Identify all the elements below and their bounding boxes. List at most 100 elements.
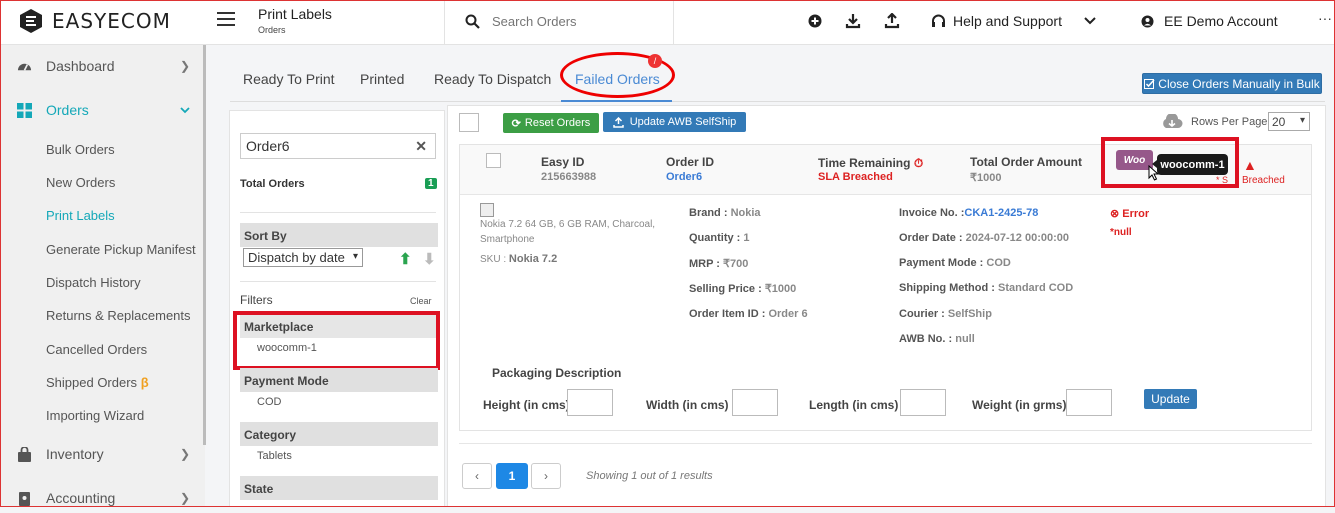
filter-group-state[interactable]: State (240, 476, 438, 500)
sort-ascending-icon[interactable]: ⬆ (399, 250, 412, 268)
sidebar-sub-new-orders[interactable]: New Orders (46, 175, 115, 190)
beta-badge: β (140, 375, 149, 390)
filter-group-marketplace[interactable]: Marketplace (240, 314, 438, 338)
product-image (480, 203, 494, 217)
page-subtitle: Orders (258, 25, 286, 35)
orders-main-panel: ⟳ Reset Orders Update AWB SelfShip Rows … (447, 105, 1326, 507)
awb-field: AWB No. : null (899, 333, 975, 345)
cloud-download-icon[interactable] (1160, 114, 1184, 130)
add-icon[interactable] (807, 13, 823, 29)
sort-select-value: Dispatch by date (248, 250, 345, 265)
chevron-right-icon: ❯ (180, 447, 191, 461)
brand-field: Brand : Nokia (689, 207, 761, 219)
easy-id-value: 215663988 (541, 171, 597, 183)
mrp-value: ₹700 (723, 258, 749, 270)
product-name: Nokia 7.2 64 GB, 6 GB RAM, Charcoal, Sma… (480, 219, 656, 245)
clear-search-icon[interactable]: ✕ (415, 138, 427, 155)
accounting-icon (19, 491, 30, 506)
chevron-down-icon (1084, 17, 1096, 25)
order-select-checkbox[interactable] (486, 153, 501, 168)
shipping-method-value: Standard COD (998, 282, 1074, 294)
filter-panel: Order6 ✕ Total Orders 1 Sort By Dispatch… (229, 110, 445, 507)
sidebar-item-orders[interactable]: Orders (0, 95, 205, 125)
chevron-right-icon: ❯ (180, 59, 191, 73)
tab-printed[interactable]: Printed (360, 71, 404, 87)
user-icon (1141, 15, 1154, 27)
update-dimensions-button[interactable]: Update (1144, 389, 1197, 409)
filter-option-cod[interactable]: COD (257, 396, 281, 408)
reset-orders-button[interactable]: ⟳ Reset Orders (503, 113, 599, 133)
sidebar-sub-print-labels[interactable]: Print Labels (46, 208, 115, 223)
brand-value: Nokia (730, 207, 761, 219)
upload-icon[interactable] (884, 13, 900, 29)
checkbox-edit-icon (1144, 79, 1155, 89)
length-label: Length (in cms) : (809, 398, 906, 412)
next-page-button[interactable]: › (531, 463, 561, 489)
shipped-orders-label: Shipped Orders (46, 375, 138, 390)
tab-ready-to-dispatch[interactable]: Ready To Dispatch (434, 71, 551, 87)
update-awb-selfship-button[interactable]: Update AWB SelfShip (603, 112, 746, 132)
search-input[interactable] (492, 14, 662, 29)
total-orders-label: Total Orders (240, 178, 305, 190)
rows-per-page-select[interactable]: 20 ▾ (1268, 112, 1310, 131)
logo-text: EASYECOM (52, 9, 171, 33)
length-input[interactable] (900, 389, 946, 416)
prev-page-button[interactable]: ‹ (462, 463, 492, 489)
order-card: Easy ID 215663988 Order ID Order6 Time R… (459, 137, 1312, 431)
error-detail: *null (1110, 227, 1132, 238)
sidebar-scrollbar[interactable] (203, 45, 206, 445)
logo[interactable]: EASYECOM (18, 8, 171, 34)
sidebar-sub-returns-replacements[interactable]: Returns & Replacements (46, 308, 191, 323)
time-remaining-label: Time Remaining (818, 156, 911, 170)
filter-group-payment-mode[interactable]: Payment Mode (240, 368, 438, 392)
order-card-header: Easy ID 215663988 Order ID Order6 Time R… (460, 137, 1311, 195)
sidebar-item-accounting[interactable]: Accounting ❯ (0, 483, 205, 513)
height-input[interactable] (567, 389, 613, 416)
order-id-link[interactable]: Order6 (666, 171, 702, 183)
sort-select[interactable]: Dispatch by date ▾ (243, 248, 363, 267)
order-search-field[interactable]: Order6 ✕ (240, 133, 436, 159)
easyecom-logo-icon (20, 9, 42, 33)
sidebar-sub-importing-wizard[interactable]: Importing Wizard (46, 408, 144, 423)
invoice-link[interactable]: CKA1-2425-78 (964, 207, 1038, 219)
close-orders-bulk-button[interactable]: Close Orders Manually in Bulk (1142, 73, 1322, 94)
sidebar-item-dashboard[interactable]: Dashboard ❯ (0, 51, 205, 81)
sidebar-sub-dispatch-history[interactable]: Dispatch History (46, 275, 141, 290)
order-date-field: Order Date : 2024-07-12 00:00:00 (899, 232, 1069, 244)
courier-label: Courier : (899, 308, 945, 320)
download-icon[interactable] (845, 13, 861, 29)
sidebar-sub-bulk-orders[interactable]: Bulk Orders (46, 142, 115, 157)
mrp-label: MRP : (689, 258, 720, 270)
tab-badge: / (648, 54, 662, 68)
rows-per-page-value: 20 (1272, 114, 1286, 129)
weight-input[interactable] (1066, 389, 1112, 416)
help-support-menu[interactable]: Help and Support (931, 13, 1096, 29)
menu-toggle-icon[interactable] (217, 12, 235, 26)
sort-descending-icon[interactable]: ⬇ (423, 250, 436, 268)
search-icon (465, 14, 480, 29)
sidebar-sub-generate-pickup-manifest[interactable]: Generate Pickup Manifest (46, 242, 196, 257)
filter-group-category[interactable]: Category (240, 422, 438, 446)
error-label: Error (1122, 208, 1150, 220)
courier-field: Courier : SelfShip (899, 308, 992, 320)
courier-value: SelfShip (947, 308, 992, 320)
help-label: Help and Support (953, 13, 1062, 29)
sidebar-label-inventory: Inventory (46, 446, 104, 462)
account-menu[interactable]: EE Demo Account (1141, 13, 1278, 29)
tab-failed-orders[interactable]: Failed Orders (575, 71, 660, 87)
width-input[interactable] (732, 389, 778, 416)
invoice-field: Invoice No. :CKA1-2425-78 (899, 207, 1038, 219)
more-options-icon[interactable]: ··· (1318, 10, 1332, 26)
sidebar-sub-cancelled-orders[interactable]: Cancelled Orders (46, 342, 147, 357)
sidebar-sub-shipped-orders[interactable]: Shipped Orders β (46, 375, 149, 390)
order-search-value: Order6 (246, 138, 290, 154)
clear-filters-link[interactable]: Clear (410, 296, 432, 306)
select-all-checkbox[interactable] (459, 113, 479, 132)
sidebar-item-inventory[interactable]: Inventory ❯ (0, 439, 205, 469)
search-box[interactable] (465, 14, 662, 29)
chevron-right-icon: ❯ (180, 491, 191, 505)
filter-option-tablets[interactable]: Tablets (257, 450, 292, 462)
page-1-button[interactable]: 1 (496, 463, 528, 489)
tab-ready-to-print[interactable]: Ready To Print (243, 71, 335, 87)
filter-option-woocomm[interactable]: woocomm-1 (257, 342, 317, 354)
